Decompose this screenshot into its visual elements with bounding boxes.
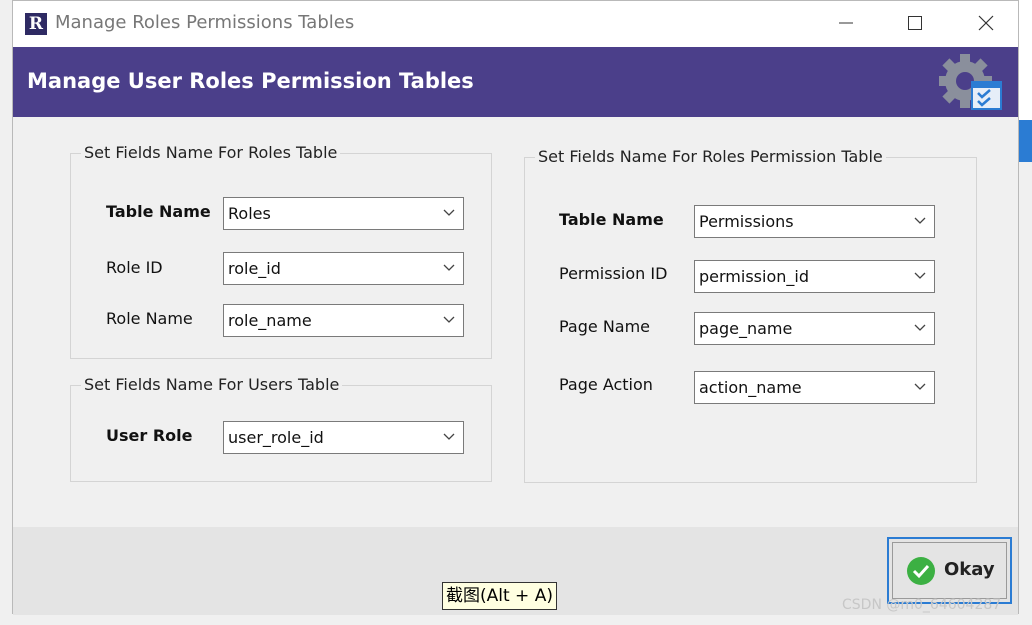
banner-title: Manage User Roles Permission Tables [27, 69, 474, 93]
group-legend: Set Fields Name For Roles Table [81, 143, 341, 162]
field-label: Table Name [106, 202, 211, 221]
field-label: User Role [106, 426, 193, 445]
okay-button-label: Okay [944, 559, 995, 580]
role-id-combo[interactable]: role_id [223, 252, 464, 285]
combo-value: action_name [699, 378, 802, 397]
chevron-down-icon [914, 272, 926, 279]
combo-value: role_id [228, 259, 281, 278]
users-table-group: Set Fields Name For Users Table User Rol… [70, 375, 492, 482]
chevron-down-icon [443, 209, 455, 216]
chevron-down-icon [914, 324, 926, 331]
chevron-down-icon [914, 383, 926, 390]
group-legend: Set Fields Name For Roles Permission Tab… [535, 147, 886, 166]
combo-value: user_role_id [228, 428, 324, 447]
title-bar[interactable]: R Manage Roles Permissions Tables [13, 1, 1018, 47]
header-banner: Manage User Roles Permission Tables [13, 47, 1018, 117]
user-role-combo[interactable]: user_role_id [223, 421, 464, 454]
settings-checklist-icon [939, 54, 1002, 110]
role-name-combo[interactable]: role_name [223, 304, 464, 337]
minimize-icon [839, 22, 853, 24]
page-action-combo[interactable]: action_name [694, 371, 935, 404]
combo-value: Roles [228, 204, 271, 223]
chevron-down-icon [443, 316, 455, 323]
chevron-down-icon [914, 217, 926, 224]
app-logo-icon: R [25, 13, 47, 35]
maximize-icon [908, 16, 922, 30]
okay-button[interactable]: Okay [887, 537, 1012, 604]
roles-table-name-combo[interactable]: Roles [223, 197, 464, 230]
field-label: Role ID [106, 258, 163, 277]
chevron-down-icon [443, 264, 455, 271]
check-circle-icon [907, 557, 935, 585]
dialog-window: R Manage Roles Permissions Tables Manage… [12, 0, 1019, 615]
chevron-down-icon [443, 433, 455, 440]
window-title: Manage Roles Permissions Tables [55, 12, 355, 33]
minimize-button[interactable] [826, 9, 866, 39]
roles-permission-table-group: Set Fields Name For Roles Permission Tab… [524, 147, 977, 483]
background-app-accent [1019, 120, 1032, 162]
field-label: Table Name [559, 210, 664, 229]
close-icon [978, 15, 994, 31]
field-label: Role Name [106, 309, 193, 328]
combo-value: permission_id [699, 267, 809, 286]
permission-id-combo[interactable]: permission_id [694, 260, 935, 293]
watermark: CSDN @m0_64604287 [842, 597, 1002, 613]
combo-value: page_name [699, 319, 793, 338]
maximize-button[interactable] [895, 9, 935, 39]
field-label: Page Name [559, 317, 651, 336]
close-button[interactable] [966, 9, 1006, 39]
permission-table-name-combo[interactable]: Permissions [694, 205, 935, 238]
roles-table-group: Set Fields Name For Roles Table Table Na… [70, 143, 492, 359]
content-area: Set Fields Name For Roles Table Table Na… [13, 117, 1018, 527]
page-name-combo[interactable]: page_name [694, 312, 935, 345]
screenshot-tooltip: 截图(Alt + A) [442, 582, 557, 610]
background-app-edge [1019, 0, 1032, 120]
combo-value: Permissions [699, 212, 794, 231]
field-label: Page Action [559, 375, 653, 394]
combo-value: role_name [228, 311, 312, 330]
group-legend: Set Fields Name For Users Table [81, 375, 343, 394]
field-label: Permission ID [559, 264, 668, 283]
